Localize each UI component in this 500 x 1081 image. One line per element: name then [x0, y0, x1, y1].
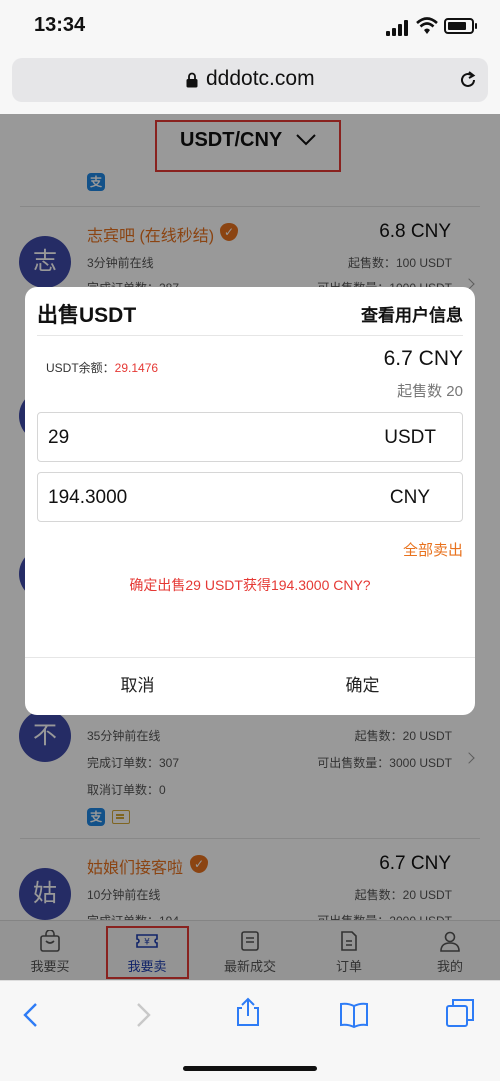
confirm-button[interactable]: 确定 [250, 657, 475, 715]
amount-unit: USDT [384, 427, 436, 448]
dialog-min-sell: 起售数 20 [397, 383, 463, 400]
total-field[interactable]: 194.3000 CNY [37, 472, 463, 522]
battery-icon [444, 18, 477, 34]
tabs-icon[interactable] [445, 998, 475, 1028]
address-url[interactable]: dddotc.com [206, 67, 315, 91]
balance-row: USDT余额：29.1476 [46, 359, 158, 376]
divider [37, 335, 463, 336]
dialog-price: 6.7 CNY [383, 347, 463, 370]
amount-input[interactable]: 29 [48, 427, 69, 449]
sell-all-button[interactable]: 全部卖出 [403, 539, 463, 560]
cancel-button[interactable]: 取消 [25, 657, 250, 715]
status-time: 13:34 [34, 14, 86, 36]
confirm-message: 确定出售29 USDT获得194.3000 CNY? [129, 577, 371, 593]
balance-label: USDT余额： [46, 361, 115, 375]
lock-icon [186, 72, 198, 88]
reload-icon[interactable] [458, 70, 478, 90]
home-indicator [183, 1066, 317, 1071]
bookmarks-icon[interactable] [339, 1000, 369, 1030]
view-user-info-link[interactable]: 查看用户信息 [361, 301, 463, 326]
forward-icon[interactable] [127, 1000, 157, 1030]
cellular-signal-icon [386, 20, 408, 36]
balance-value: 29.1476 [114, 361, 159, 375]
amount-field[interactable]: 29 USDT [37, 412, 463, 462]
total-unit: CNY [389, 487, 430, 508]
sell-dialog: 出售USDT 查看用户信息 USDT余额：29.1476 6.7 CNY 起售数… [25, 287, 475, 715]
total-input[interactable]: 194.3000 [48, 487, 127, 509]
share-icon[interactable] [233, 997, 263, 1027]
wifi-icon [416, 17, 438, 34]
dialog-title: 出售USDT [37, 304, 137, 327]
back-icon[interactable] [17, 1000, 47, 1030]
